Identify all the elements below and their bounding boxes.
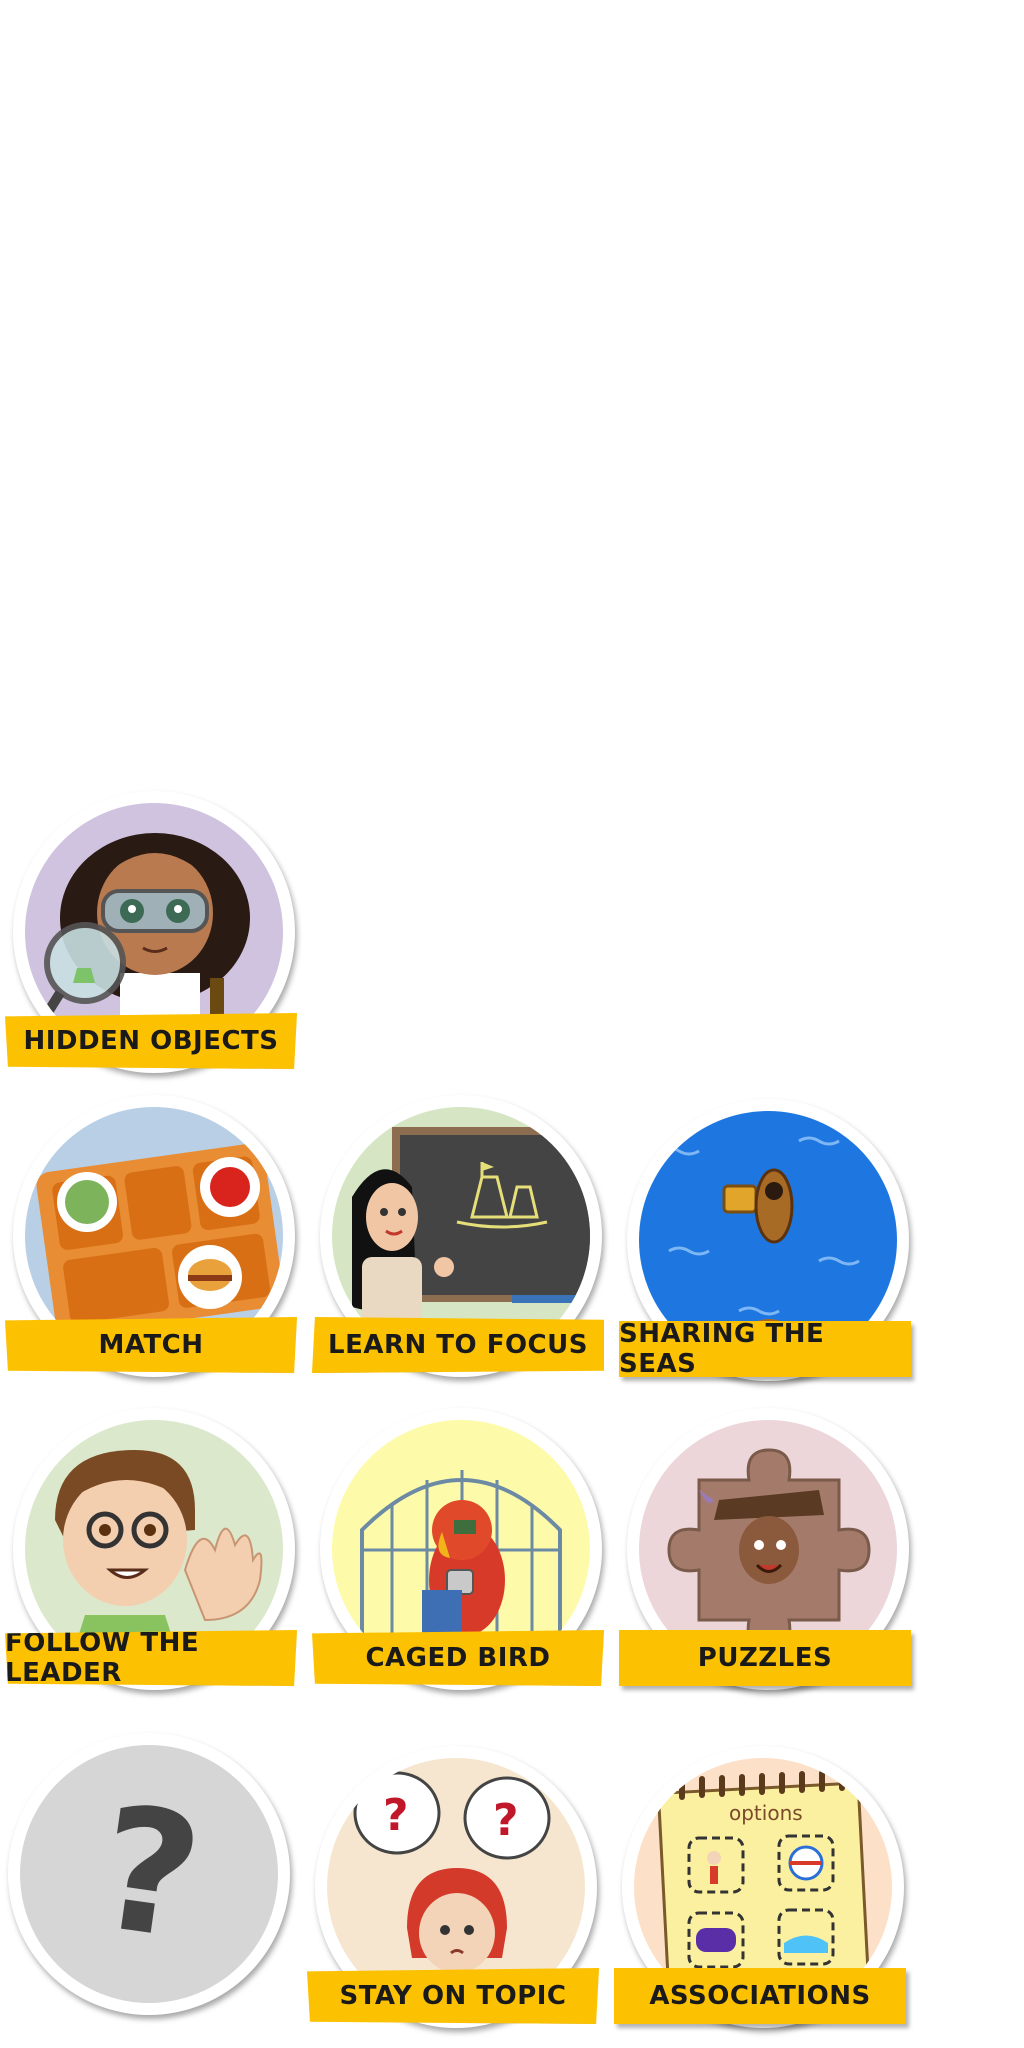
game-label-banner: MATCH (5, 1317, 297, 1373)
game-tile-associations[interactable]: options ASSOCIATIONS (614, 1738, 914, 2038)
game-tile-puzzles[interactable]: PUZZLES (619, 1400, 919, 1700)
game-label-banner: ASSOCIATIONS (614, 1968, 906, 2024)
question-mark-glyph: ? (86, 1769, 212, 1979)
game-tile-learn-to-focus[interactable]: LEARN TO FOCUS (312, 1087, 612, 1387)
bubble-question-mark: ? (493, 1795, 519, 1846)
game-tile-follow-the-leader[interactable]: FOLLOW THE LEADER (5, 1400, 305, 1700)
bubble-question-mark: ? (383, 1790, 409, 1841)
game-label-banner: CAGED BIRD (312, 1630, 604, 1686)
notepad-title: options (729, 1801, 803, 1825)
game-tile-caged-bird[interactable]: CAGED BIRD (312, 1400, 612, 1700)
game-label: MATCH (98, 1330, 204, 1360)
game-menu: HIDDEN OBJECTS MATCH LEARN TO FOCUS SHAR… (0, 0, 1024, 2048)
game-tile-sharing-the-seas[interactable]: SHARING THE SEAS (619, 1091, 919, 1391)
game-label: CAGED BIRD (365, 1643, 551, 1673)
game-label: SHARING THE SEAS (619, 1319, 825, 1379)
game-label-banner: PUZZLES (619, 1630, 911, 1686)
game-card-circle: ? (8, 1733, 290, 2015)
game-label: PUZZLES (697, 1643, 833, 1673)
question-mark-icon: ? (20, 1745, 278, 2003)
game-label: LEARN TO FOCUS (328, 1330, 588, 1360)
game-label: HIDDEN OBJECTS (23, 1026, 279, 1056)
game-tile-match[interactable]: MATCH (5, 1087, 305, 1387)
game-tile-stay-on-topic[interactable]: ? ? STAY ON TOPIC (307, 1738, 607, 2038)
game-label-banner: FOLLOW THE LEADER (5, 1630, 297, 1686)
game-label: ASSOCIATIONS (649, 1981, 871, 2011)
game-tile-hidden-objects[interactable]: HIDDEN OBJECTS (5, 783, 305, 1083)
game-label-banner: SHARING THE SEAS (619, 1319, 911, 1379)
game-label-banner: LEARN TO FOCUS (312, 1317, 604, 1373)
game-label-banner: STAY ON TOPIC (307, 1968, 599, 2024)
game-label: STAY ON TOPIC (339, 1981, 567, 2011)
game-label-banner: HIDDEN OBJECTS (5, 1013, 297, 1069)
game-label: FOLLOW THE LEADER (5, 1628, 200, 1688)
game-tile-locked[interactable]: ? (0, 1725, 300, 2025)
